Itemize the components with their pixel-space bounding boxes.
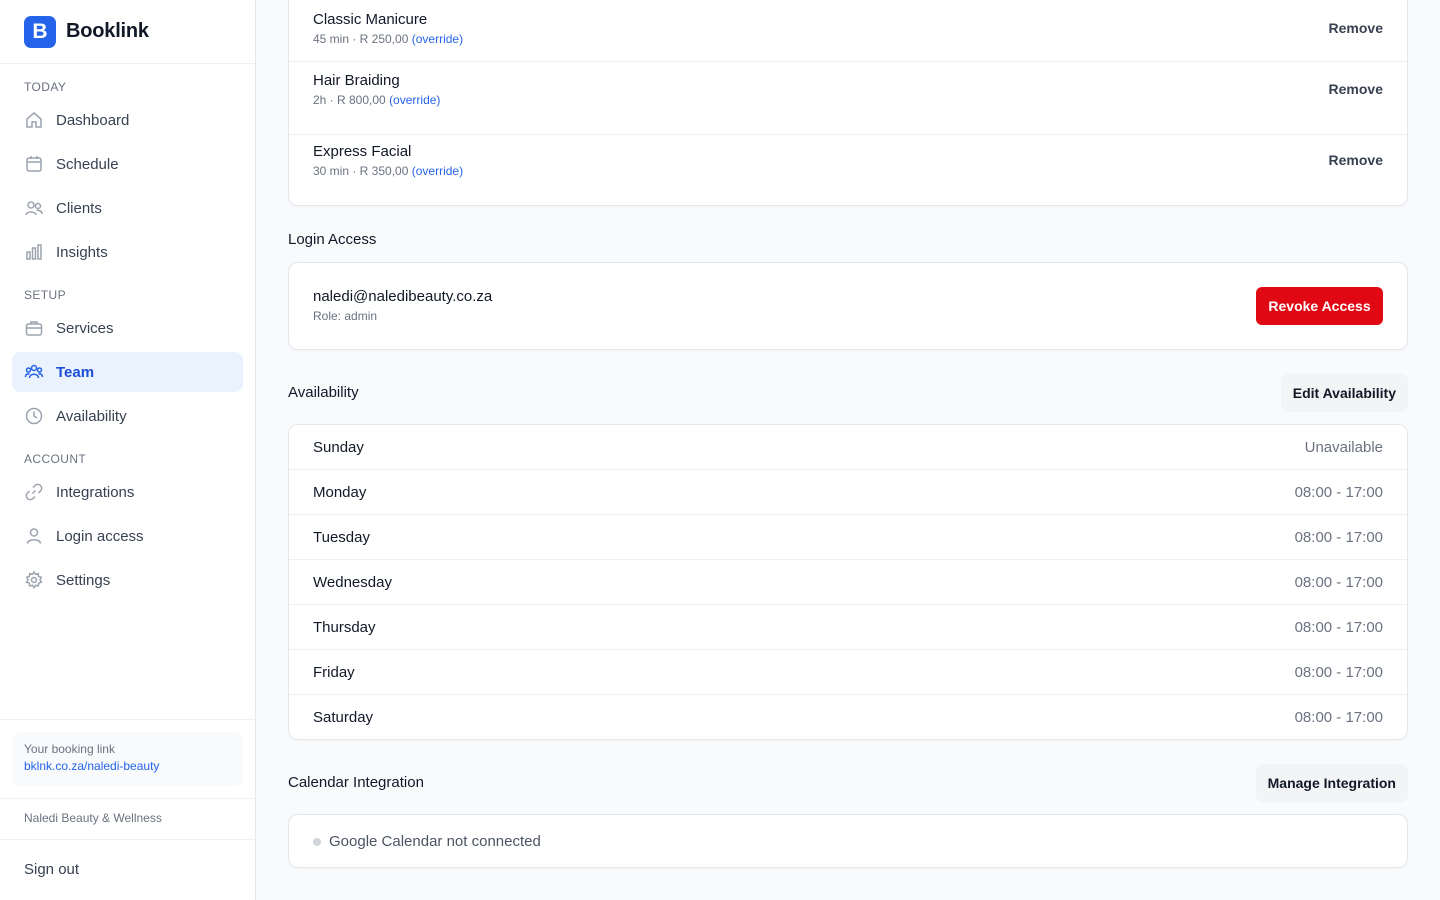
- sidebar-item-label: Schedule: [56, 155, 119, 173]
- availability-day: Monday: [313, 484, 367, 501]
- sidebar-item-settings[interactable]: Settings: [12, 560, 243, 600]
- override-badge: (override): [411, 32, 464, 46]
- edit-availability-button[interactable]: Edit Availability: [1280, 374, 1408, 412]
- login-role: Role: admin: [313, 309, 378, 323]
- status-dot-icon: [313, 838, 321, 846]
- revoke-access-button[interactable]: Revoke Access: [1256, 287, 1383, 325]
- sidebar-item-label: Team: [56, 363, 95, 381]
- bar-chart-icon: [24, 242, 44, 262]
- sidebar-item-services[interactable]: Services: [12, 308, 243, 348]
- sidebar-item-label: Dashboard: [56, 111, 130, 129]
- nav-section-today: TODAY: [24, 80, 67, 94]
- sidebar-item-label: Availability: [56, 407, 127, 425]
- service-row: Hair Braiding 2h · R 800,00 (override) R…: [289, 64, 1407, 135]
- sidebar-item-schedule[interactable]: Schedule: [12, 144, 243, 184]
- availability-day: Sunday: [313, 439, 364, 456]
- divider: [0, 839, 256, 840]
- service-name: Express Facial: [313, 143, 412, 160]
- service-meta: 30 min · R 350,00 (override): [313, 164, 463, 178]
- availability-day: Tuesday: [313, 529, 370, 546]
- login-email: naledi@naledibeauty.co.za: [313, 288, 493, 305]
- service-meta: 45 min · R 250,00 (override): [313, 32, 463, 46]
- availability-day: Friday: [313, 664, 355, 681]
- sign-out-button[interactable]: Sign out: [24, 861, 79, 878]
- availability-title: Availability: [288, 384, 359, 401]
- sidebar-item-label: Login access: [56, 527, 144, 545]
- business-name: Naledi Beauty & Wellness: [24, 811, 162, 825]
- availability-hours: 08:00 - 17:00: [1294, 619, 1383, 636]
- service-duration-price: 2h · R 800,00: [313, 93, 386, 107]
- service-row: Express Facial 30 min · R 350,00 (overri…: [289, 135, 1407, 206]
- service-meta: 2h · R 800,00 (override): [313, 93, 440, 107]
- sidebar-item-availability[interactable]: Availability: [12, 396, 243, 436]
- availability-card: Sunday Unavailable Monday 08:00 - 17:00 …: [288, 424, 1408, 740]
- sidebar-item-label: Clients: [56, 199, 102, 217]
- availability-day: Saturday: [313, 709, 374, 726]
- nav-section-setup: SETUP: [24, 288, 67, 302]
- service-name: Classic Manicure: [313, 11, 428, 28]
- home-icon: [24, 110, 44, 130]
- divider: [0, 798, 256, 799]
- booking-link[interactable]: bklnk.co.za/naledi-beauty: [24, 759, 231, 773]
- sidebar-item-integrations[interactable]: Integrations: [12, 472, 243, 512]
- calendar-integration-card: Google Calendar not connected: [288, 814, 1408, 868]
- sidebar-item-dashboard[interactable]: Dashboard: [12, 100, 243, 140]
- availability-row: Monday 08:00 - 17:00: [289, 470, 1407, 515]
- sidebar-item-label: Insights: [56, 243, 108, 261]
- override-badge: (override): [389, 93, 441, 107]
- booking-link-box: Your booking link bklnk.co.za/naledi-bea…: [12, 732, 243, 786]
- gear-icon: [24, 570, 44, 590]
- briefcase-icon: [24, 318, 44, 338]
- service-duration-price: 30 min · R 350,00: [313, 164, 409, 178]
- manage-integration-button[interactable]: Manage Integration: [1255, 764, 1408, 802]
- availability-hours: 08:00 - 17:00: [1294, 709, 1383, 726]
- availability-hours: 08:00 - 17:00: [1294, 664, 1383, 681]
- availability-row: Friday 08:00 - 17:00: [289, 650, 1407, 695]
- calendar-status: Google Calendar not connected: [329, 833, 541, 850]
- availability-day: Wednesday: [313, 574, 392, 591]
- remove-service-button[interactable]: Remove: [1329, 20, 1383, 36]
- team-icon: [24, 362, 44, 382]
- login-access-title: Login Access: [288, 231, 377, 248]
- availability-row: Thursday 08:00 - 17:00: [289, 605, 1407, 650]
- availability-row: Sunday Unavailable: [289, 425, 1407, 470]
- availability-hours: 08:00 - 17:00: [1294, 574, 1383, 591]
- link-icon: [24, 482, 44, 502]
- booking-link-label: Your booking link: [24, 742, 115, 756]
- brand[interactable]: B Booklink: [0, 0, 255, 64]
- sidebar-item-label: Settings: [56, 571, 111, 589]
- calendar-icon: [24, 154, 44, 174]
- availability-hours: Unavailable: [1304, 439, 1383, 456]
- calendar-integration-title: Calendar Integration: [288, 774, 424, 791]
- sidebar: B Booklink TODAY Dashboard Schedule Clie…: [0, 0, 256, 900]
- brand-name: Booklink: [66, 20, 149, 42]
- override-badge: (override): [411, 164, 464, 178]
- user-icon: [24, 526, 44, 546]
- service-duration-price: 45 min · R 250,00: [313, 32, 409, 46]
- booklink-logo: B: [24, 15, 56, 48]
- sidebar-item-team[interactable]: Team: [12, 352, 243, 392]
- availability-day: Thursday: [313, 619, 376, 636]
- availability-row: Tuesday 08:00 - 17:00: [289, 515, 1407, 560]
- remove-service-button[interactable]: Remove: [1329, 152, 1383, 168]
- nav-section-account: ACCOUNT: [24, 452, 87, 466]
- service-row: Classic Manicure 45 min · R 250,00 (over…: [289, 0, 1407, 62]
- sidebar-item-label: Integrations: [56, 483, 135, 501]
- sidebar-item-insights[interactable]: Insights: [12, 232, 243, 272]
- availability-row: Wednesday 08:00 - 17:00: [289, 560, 1407, 605]
- clock-icon: [24, 406, 44, 426]
- login-access-card: naledi@naledibeauty.co.za Role: admin Re…: [288, 262, 1408, 350]
- availability-row: Saturday 08:00 - 17:00: [289, 695, 1407, 740]
- remove-service-button[interactable]: Remove: [1329, 81, 1383, 97]
- assigned-services-card: Classic Manicure 45 min · R 250,00 (over…: [288, 0, 1408, 206]
- service-name: Hair Braiding: [313, 72, 400, 89]
- users-icon: [24, 198, 44, 218]
- availability-hours: 08:00 - 17:00: [1294, 484, 1383, 501]
- sidebar-item-label: Services: [56, 319, 114, 337]
- sidebar-item-clients[interactable]: Clients: [12, 188, 243, 228]
- sidebar-item-login-access[interactable]: Login access: [12, 516, 243, 556]
- availability-hours: 08:00 - 17:00: [1294, 529, 1383, 546]
- divider: [0, 719, 256, 720]
